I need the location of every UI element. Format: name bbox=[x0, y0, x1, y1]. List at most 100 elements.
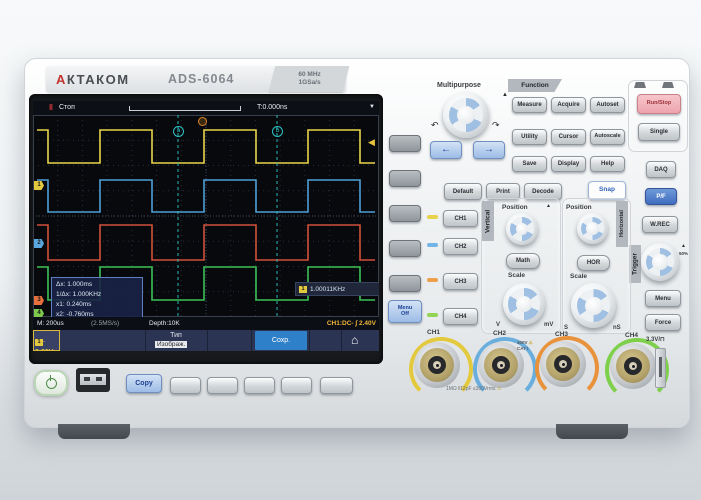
bnc-ch3-connector bbox=[535, 336, 599, 400]
menu-off-button[interactable]: Menu Off bbox=[388, 300, 422, 323]
rising-edge-icon: ∫ bbox=[355, 320, 358, 327]
nav-left-button[interactable]: ← bbox=[430, 141, 462, 159]
horizontal-position-knob[interactable] bbox=[577, 213, 608, 244]
trigger-level-knob[interactable] bbox=[641, 243, 679, 281]
warning-voltage: 400V bbox=[517, 340, 528, 345]
pass-fail-button[interactable]: P/F bbox=[645, 188, 677, 205]
depth-readout: Depth:10K bbox=[149, 320, 180, 327]
vertical-position-knob[interactable] bbox=[506, 213, 538, 245]
vertical-scale-knob[interactable] bbox=[503, 283, 545, 325]
lcd-screen: ‖ Стоп T:0.000ns ▼ 1 2 3 4 a b ◀ Δx: 1.0… bbox=[33, 101, 379, 351]
x1-value: 0.240ms bbox=[66, 301, 92, 308]
dx-label: Δx: bbox=[56, 281, 66, 288]
usb-port bbox=[76, 368, 110, 392]
millivolts-label: mV bbox=[544, 322, 554, 328]
device-foot-left bbox=[58, 424, 130, 439]
soft-menu-bar: 1- 2.00V 2- 2.00V 3- 2.00V 4- 2.00V Тип … bbox=[33, 330, 379, 351]
ch3-color-dash bbox=[427, 278, 438, 282]
trigger-time-readout: T:0.000ns bbox=[257, 104, 288, 111]
trigger-zero-icon: ▲ bbox=[681, 243, 686, 249]
acquire-button[interactable]: Acquire bbox=[551, 97, 586, 113]
wave-CH1 bbox=[37, 129, 375, 164]
default-button[interactable]: Default bbox=[444, 183, 482, 200]
power-button[interactable] bbox=[34, 370, 68, 396]
bottom-softkey-3[interactable] bbox=[244, 377, 275, 394]
impedance-warning-icon: ⚠ bbox=[496, 386, 502, 392]
trigger-menu-button[interactable]: Menu bbox=[645, 290, 681, 307]
cursor-button[interactable]: Cursor bbox=[551, 129, 586, 145]
multipurpose-label: Multipurpose bbox=[437, 82, 481, 89]
probe-comp-label: 3.3V/⊓ bbox=[646, 337, 665, 343]
menu-type-label: Тип bbox=[170, 332, 182, 339]
impedance-text: 1MΩ ‖12pF ≤300Vrms bbox=[446, 386, 496, 392]
autoscale-button[interactable]: Autoscale bbox=[590, 129, 625, 145]
bnc-ch2-label: CH2 bbox=[493, 330, 507, 337]
bottom-softkey-2[interactable] bbox=[207, 377, 238, 394]
daq-button[interactable]: DAQ bbox=[646, 161, 676, 178]
ch4-button[interactable]: CH4 bbox=[443, 308, 478, 325]
ch3-button[interactable]: CH3 bbox=[443, 273, 478, 290]
utility-button[interactable]: Utility bbox=[512, 129, 547, 145]
inv-dx-value: 1.000KHz bbox=[72, 291, 102, 298]
trigger-status-readout: CH1:DC- ∫ 2.40V bbox=[327, 320, 376, 327]
trigger-position-top-icon: ▼ bbox=[369, 104, 375, 110]
bnc-ch1-connector bbox=[409, 337, 473, 401]
multipurpose-knob[interactable] bbox=[443, 92, 489, 138]
menu-off-line2: Off bbox=[401, 310, 409, 317]
softkey-f4[interactable] bbox=[389, 240, 421, 257]
x1-label: x1: bbox=[56, 301, 65, 308]
frequency-readout: 1 1.00011KHz bbox=[295, 282, 379, 296]
math-button[interactable]: Math bbox=[506, 253, 540, 269]
volts-label: V bbox=[496, 322, 501, 328]
ch1-button[interactable]: CH1 bbox=[443, 210, 478, 227]
screen-topbar: ‖ Стоп T:0.000ns ▼ bbox=[33, 101, 379, 116]
autoset-button[interactable]: Autoset bbox=[590, 97, 625, 113]
bottom-softkey-5[interactable] bbox=[320, 377, 353, 394]
softkey-f3[interactable] bbox=[389, 205, 421, 222]
run-stop-button[interactable]: Run/Stop bbox=[637, 94, 681, 114]
bottom-softkey-4[interactable] bbox=[281, 377, 312, 394]
vertical-zero-icon: ▲ bbox=[546, 203, 551, 209]
warning-cat: CAT I bbox=[517, 346, 529, 351]
horizontal-scale-label: Scale bbox=[570, 273, 587, 280]
display-button[interactable]: Display bbox=[551, 156, 586, 172]
knob-push-marker-icon: ▲ bbox=[502, 92, 508, 98]
freq-channel-badge: 1 bbox=[299, 285, 307, 293]
samplerate-readout: (2.5MS/s) bbox=[91, 320, 120, 327]
sample-window-indicator bbox=[129, 106, 241, 111]
trigger-level-value: 2.40V bbox=[359, 320, 376, 327]
softkey-f2[interactable] bbox=[389, 170, 421, 187]
run-state-label: Стоп bbox=[59, 104, 75, 111]
bandwidth-label: 60 MHz bbox=[298, 71, 321, 78]
bottom-softkey-1[interactable] bbox=[170, 377, 201, 394]
wave-record-button[interactable]: W.REC bbox=[642, 216, 678, 233]
force-button[interactable]: Force bbox=[645, 314, 681, 331]
bnc-ch4-connector bbox=[605, 338, 669, 402]
nav-right-button[interactable]: → bbox=[473, 141, 505, 159]
ch1-readout-box: 1- 2.00V bbox=[33, 330, 60, 351]
freq-value: 1.00011KHz bbox=[310, 285, 346, 293]
measure-button[interactable]: Measure bbox=[512, 97, 547, 113]
horizontal-position-label: Position bbox=[566, 204, 592, 211]
trigger-fifty-label: 50% bbox=[679, 251, 689, 256]
ch2-color-dash bbox=[427, 243, 438, 247]
copy-button[interactable]: Copy bbox=[126, 374, 162, 393]
menu-save-button: Сохр. bbox=[255, 331, 307, 350]
timebase-readout: M: 200us bbox=[37, 320, 64, 327]
horizontal-scale-knob[interactable] bbox=[571, 283, 616, 328]
help-button[interactable]: Help bbox=[590, 156, 625, 172]
softkey-f1[interactable] bbox=[389, 135, 421, 152]
hor-button[interactable]: HOR bbox=[577, 255, 610, 271]
nanoseconds-label: nS bbox=[613, 325, 621, 331]
trigger-position-marker bbox=[198, 117, 207, 126]
cursor-b-marker: b bbox=[272, 126, 283, 137]
save-button[interactable]: Save bbox=[512, 156, 547, 172]
home-icon: ⌂ bbox=[351, 333, 359, 347]
vertical-section-tab: Vertical bbox=[482, 201, 494, 241]
softkey-f5[interactable] bbox=[389, 275, 421, 292]
ccw-arrow-icon: ↶ bbox=[431, 120, 439, 130]
trigger-level-arrow-icon: ◀ bbox=[368, 137, 375, 147]
single-button[interactable]: Single bbox=[638, 123, 680, 141]
ch2-button[interactable]: CH2 bbox=[443, 238, 478, 255]
bnc-warning: 400V ⚠ CAT I bbox=[517, 340, 545, 352]
